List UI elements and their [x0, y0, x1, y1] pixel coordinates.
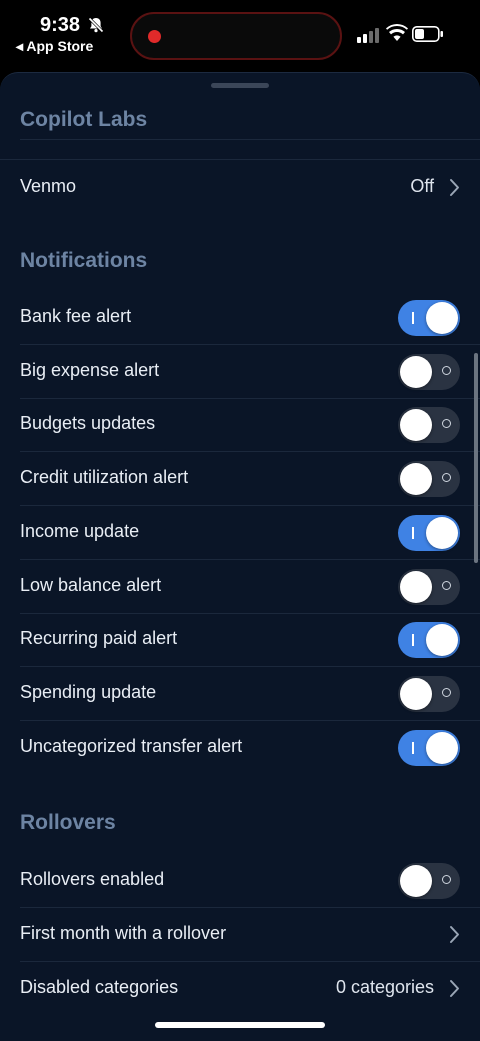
dynamic-island: [130, 12, 342, 60]
divider: [0, 159, 480, 160]
toggle-knob: [400, 356, 432, 388]
chevron-right-icon: [450, 179, 459, 196]
disabled-categories-row[interactable]: Disabled categories 0 categories: [0, 962, 480, 1015]
rollovers-enabled-row: Rollovers enabled: [0, 854, 480, 907]
notification-toggle[interactable]: [398, 515, 460, 551]
toggle-knob: [400, 865, 432, 897]
first-month-rollover-row[interactable]: First month with a rollover: [0, 908, 480, 961]
toggle-off-mark-icon: [442, 875, 451, 884]
disabled-categories-value: 0 categories: [335, 977, 434, 997]
notification-row: Low balance alert: [0, 560, 480, 613]
toggle-off-mark-icon: [442, 688, 451, 697]
divider: [20, 139, 480, 140]
recording-dot-icon: [148, 30, 161, 43]
notification-row: Recurring paid alert: [0, 613, 480, 666]
first-month-rollover-label: First month with a rollover: [20, 923, 227, 943]
toggle-knob: [426, 624, 458, 656]
toggle-knob: [426, 302, 458, 334]
silent-bell-icon: [88, 17, 104, 33]
section-title-notifications: Notifications: [20, 249, 148, 272]
chevron-right-icon: [450, 980, 459, 997]
notification-label: Big expense alert: [20, 360, 160, 380]
toggle-off-mark-icon: [442, 581, 451, 590]
toggle-on-mark-icon: [412, 527, 414, 539]
venmo-row[interactable]: Venmo Off: [0, 161, 480, 214]
notification-label: Budgets updates: [20, 413, 156, 433]
status-bar: 9:38 ◂ App Store: [0, 0, 480, 70]
notification-row: Spending update: [0, 667, 480, 720]
notification-label: Bank fee alert: [20, 306, 132, 326]
notification-label: Uncategorized transfer alert: [20, 736, 243, 756]
toggle-off-mark-icon: [442, 473, 451, 482]
notification-toggle[interactable]: [398, 300, 460, 336]
notification-toggle[interactable]: [398, 407, 460, 443]
toggle-on-mark-icon: [412, 312, 414, 324]
notification-toggle[interactable]: [398, 569, 460, 605]
notification-row: Big expense alert: [0, 345, 480, 398]
notification-row: Income update: [0, 506, 480, 559]
notification-row: Bank fee alert: [0, 291, 480, 344]
section-title-copilot-labs: Copilot Labs: [20, 108, 148, 131]
toggle-knob: [426, 732, 458, 764]
toggle-knob: [426, 517, 458, 549]
status-time: 9:38: [40, 14, 81, 36]
venmo-label: Venmo: [20, 176, 77, 196]
toggle-knob: [400, 571, 432, 603]
notification-label: Low balance alert: [20, 575, 162, 595]
wifi-icon: [386, 24, 408, 41]
notification-toggle[interactable]: [398, 461, 460, 497]
toggle-off-mark-icon: [442, 419, 451, 428]
notification-row: Uncategorized transfer alert: [0, 721, 480, 774]
notification-row: Budgets updates: [0, 398, 480, 451]
chevron-right-icon: [450, 926, 459, 943]
toggle-off-mark-icon: [442, 366, 451, 375]
notification-label: Credit utilization alert: [20, 467, 189, 487]
disabled-categories-label: Disabled categories: [20, 977, 179, 997]
notification-label: Income update: [20, 521, 140, 541]
notification-label: Spending update: [20, 682, 157, 702]
home-indicator[interactable]: [155, 1022, 325, 1028]
toggle-knob: [400, 463, 432, 495]
notification-row: Credit utilization alert: [0, 452, 480, 505]
notification-label: Recurring paid alert: [20, 628, 178, 648]
notification-toggle[interactable]: [398, 354, 460, 390]
notification-toggle[interactable]: [398, 622, 460, 658]
rollovers-enabled-label: Rollovers enabled: [20, 869, 165, 889]
settings-sheet: Copilot Labs Venmo Off Notifications Ban…: [0, 72, 480, 1041]
battery-icon: [412, 26, 443, 42]
back-to-app-store-link[interactable]: ◂ App Store: [16, 38, 93, 55]
toggle-knob: [400, 678, 432, 710]
notification-toggle[interactable]: [398, 676, 460, 712]
toggle-on-mark-icon: [412, 634, 414, 646]
cellular-signal-icon: [357, 28, 379, 43]
section-title-rollovers: Rollovers: [20, 811, 116, 834]
venmo-value: Off: [410, 176, 434, 196]
notification-toggle[interactable]: [398, 730, 460, 766]
sheet-grabber[interactable]: [211, 83, 269, 88]
toggle-on-mark-icon: [412, 742, 414, 754]
toggle-knob: [400, 409, 432, 441]
scroll-indicator[interactable]: [474, 353, 478, 563]
rollovers-enabled-toggle[interactable]: [398, 863, 460, 899]
